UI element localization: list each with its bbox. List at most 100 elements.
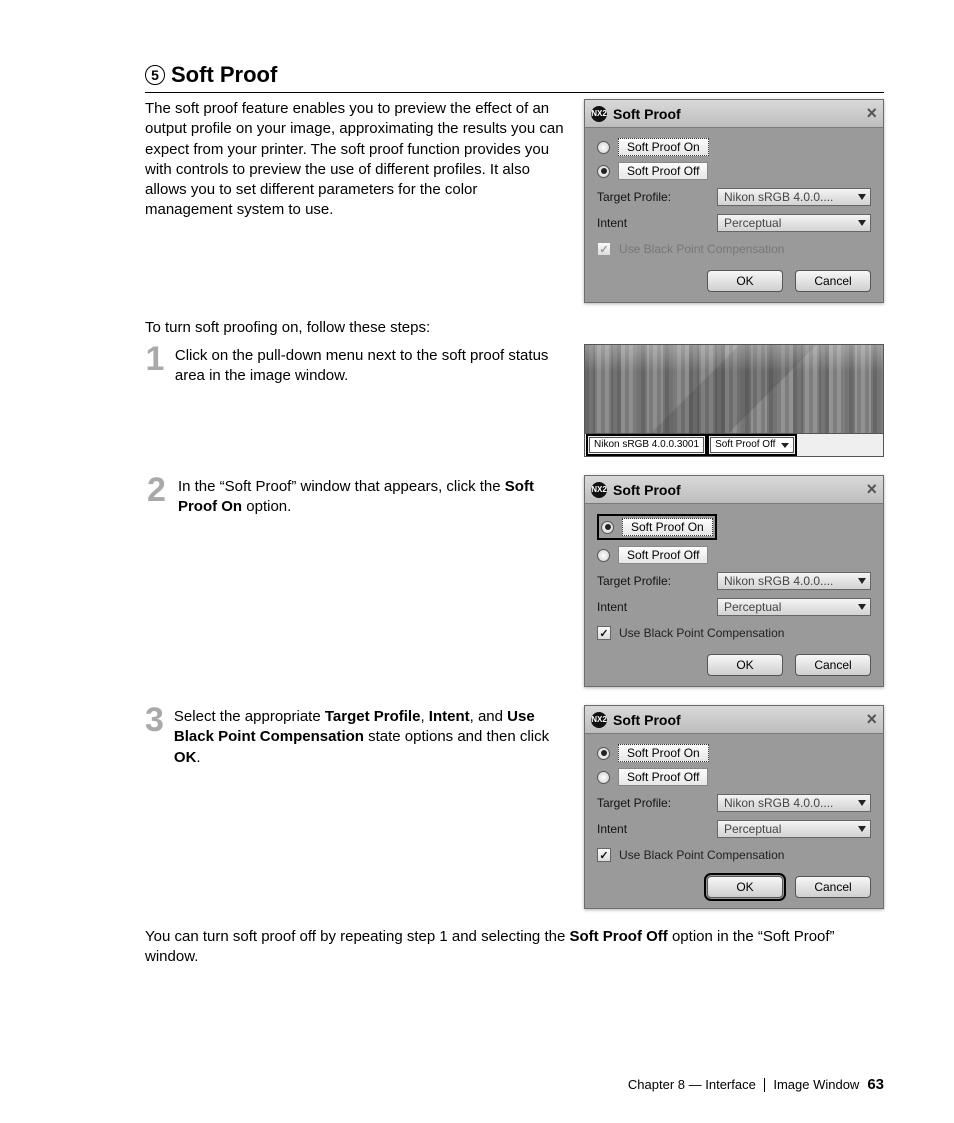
intent-select[interactable]: Perceptual [717, 820, 871, 838]
radio-label: Soft Proof On [622, 518, 713, 536]
intro-paragraph: The soft proof feature enables you to pr… [145, 99, 566, 221]
app-logo-icon: NX2 [591, 712, 607, 728]
radio-icon [597, 549, 610, 562]
checkbox-icon: ✓ [597, 626, 611, 640]
soft-proof-dialog: NX2 Soft Proof × Soft Proof On Soft Proo… [584, 475, 884, 687]
select-value: Perceptual [724, 822, 781, 836]
radio-soft-proof-on[interactable]: Soft Proof On [597, 744, 871, 762]
select-value: Nikon sRGB 4.0.0.... [724, 190, 833, 204]
radio-label: Soft Proof On [618, 138, 709, 156]
step-1-text: Click on the pull-down menu next to the … [175, 344, 566, 387]
radio-label: Soft Proof On [618, 744, 709, 762]
footer-chapter: Chapter 8 — Interface [628, 1077, 756, 1092]
checkbox-label: Use Black Point Compensation [619, 848, 784, 862]
chevron-down-icon [858, 800, 866, 806]
target-profile-label: Target Profile: [597, 190, 717, 204]
footer-divider-icon [764, 1078, 766, 1092]
intent-row: Intent Perceptual [597, 214, 871, 232]
dropdown-value: Soft Proof Off [715, 438, 775, 452]
step-number: 1 [145, 344, 165, 375]
select-value: Nikon sRGB 4.0.0.... [724, 574, 833, 588]
radio-soft-proof-on[interactable]: Soft Proof On [597, 514, 871, 540]
intent-row: Intent Perceptual [597, 598, 871, 616]
heading-title: Soft Proof [171, 62, 277, 88]
color-profile-readout: Nikon sRGB 4.0.0.3001 [589, 437, 704, 453]
checkbox-label: Use Black Point Compensation [619, 242, 784, 256]
photo-thumbnail [585, 345, 883, 433]
target-profile-row: Target Profile: Nikon sRGB 4.0.0.... [597, 794, 871, 812]
chevron-down-icon [858, 220, 866, 226]
image-window-preview: Nikon sRGB 4.0.0.3001 Soft Proof Off [584, 344, 884, 457]
step-2-text: In the “Soft Proof” window that appears,… [178, 475, 566, 518]
step-3-text: Select the appropriate Target Profile, I… [174, 705, 566, 768]
cancel-button[interactable]: Cancel [795, 654, 871, 676]
checkbox-icon: ✓ [597, 242, 611, 256]
dialog-title: Soft Proof [613, 106, 681, 122]
select-value: Perceptual [724, 600, 781, 614]
radio-icon [597, 747, 610, 760]
intent-label: Intent [597, 216, 717, 230]
chevron-down-icon [781, 443, 789, 448]
intent-label: Intent [597, 600, 717, 614]
intent-row: Intent Perceptual [597, 820, 871, 838]
intent-select[interactable]: Perceptual [717, 598, 871, 616]
radio-icon [601, 521, 614, 534]
target-profile-select[interactable]: Nikon sRGB 4.0.0.... [717, 794, 871, 812]
close-icon[interactable]: × [866, 479, 877, 500]
radio-icon [597, 165, 610, 178]
radio-soft-proof-off[interactable]: Soft Proof Off [597, 768, 871, 786]
select-value: Nikon sRGB 4.0.0.... [724, 796, 833, 810]
soft-proof-dialog: NX2 Soft Proof × Soft Proof On Soft Proo… [584, 705, 884, 909]
dialog-titlebar: NX2 Soft Proof × [585, 100, 883, 128]
radio-soft-proof-off[interactable]: Soft Proof Off [597, 546, 871, 564]
dialog-title: Soft Proof [613, 482, 681, 498]
close-icon[interactable]: × [866, 103, 877, 124]
step-number: 2 [145, 475, 168, 506]
footer-section: Image Window [773, 1077, 859, 1092]
section-heading: 5 Soft Proof [145, 62, 884, 93]
app-logo-icon: NX2 [591, 482, 607, 498]
page-footer: Chapter 8 — Interface Image Window 63 [628, 1076, 884, 1093]
target-profile-label: Target Profile: [597, 574, 717, 588]
checkbox-icon: ✓ [597, 848, 611, 862]
target-profile-row: Target Profile: Nikon sRGB 4.0.0.... [597, 572, 871, 590]
ok-button[interactable]: OK [707, 654, 783, 676]
intent-select[interactable]: Perceptual [717, 214, 871, 232]
page-number: 63 [867, 1076, 884, 1093]
ok-button[interactable]: OK [707, 270, 783, 292]
black-point-checkbox[interactable]: ✓ Use Black Point Compensation [597, 626, 871, 640]
soft-proof-dialog: NX2 Soft Proof × Soft Proof On Soft Proo… [584, 99, 884, 303]
chevron-down-icon [858, 826, 866, 832]
closing-paragraph: You can turn soft proof off by repeating… [145, 927, 884, 968]
dialog-titlebar: NX2 Soft Proof × [585, 706, 883, 734]
soft-proof-status-dropdown[interactable]: Soft Proof Off [710, 437, 794, 453]
step-number: 3 [145, 705, 164, 736]
ok-button[interactable]: OK [707, 876, 783, 898]
target-profile-select[interactable]: Nikon sRGB 4.0.0.... [717, 188, 871, 206]
dialog-title: Soft Proof [613, 712, 681, 728]
black-point-checkbox[interactable]: ✓ Use Black Point Compensation [597, 848, 871, 862]
target-profile-select[interactable]: Nikon sRGB 4.0.0.... [717, 572, 871, 590]
radio-label: Soft Proof Off [618, 162, 708, 180]
radio-label: Soft Proof Off [618, 546, 708, 564]
black-point-checkbox[interactable]: ✓ Use Black Point Compensation [597, 242, 871, 256]
radio-label: Soft Proof Off [618, 768, 708, 786]
checkbox-label: Use Black Point Compensation [619, 626, 784, 640]
radio-soft-proof-on[interactable]: Soft Proof On [597, 138, 871, 156]
cancel-button[interactable]: Cancel [795, 876, 871, 898]
chevron-down-icon [858, 194, 866, 200]
steps-lead: To turn soft proofing on, follow these s… [145, 319, 884, 336]
target-profile-label: Target Profile: [597, 796, 717, 810]
app-logo-icon: NX2 [591, 106, 607, 122]
heading-number-badge: 5 [145, 65, 165, 85]
radio-soft-proof-off[interactable]: Soft Proof Off [597, 162, 871, 180]
close-icon[interactable]: × [866, 709, 877, 730]
chevron-down-icon [858, 604, 866, 610]
cancel-button[interactable]: Cancel [795, 270, 871, 292]
intent-label: Intent [597, 822, 717, 836]
radio-icon [597, 771, 610, 784]
dialog-titlebar: NX2 Soft Proof × [585, 476, 883, 504]
chevron-down-icon [858, 578, 866, 584]
radio-icon [597, 141, 610, 154]
target-profile-row: Target Profile: Nikon sRGB 4.0.0.... [597, 188, 871, 206]
